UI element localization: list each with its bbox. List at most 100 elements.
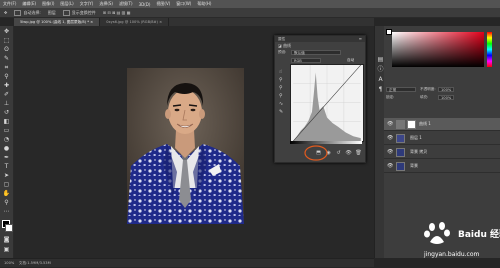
eraser-tool-icon[interactable]: ◧: [2, 118, 11, 126]
document-info: 文档:1.59M/3.53M: [18, 261, 51, 265]
fill-field[interactable]: 100%: [438, 95, 454, 100]
menu-type[interactable]: 文字(Y): [80, 1, 94, 7]
menu-file[interactable]: 文件(F): [3, 1, 16, 7]
layer-name: 曲线 1: [419, 121, 431, 126]
layer-name: 图层 1: [410, 135, 422, 140]
tools-panel: ✥ ⬚ ʘ ✎ ⌗ ⚲ ✚ ✐ ⊥ ↺ ◧ ▭ ◔ ● ✒ T ➤ ▢ ✋ ⚲ …: [0, 26, 14, 258]
layer-row[interactable]: 👁 背景 拷贝: [384, 146, 500, 159]
status-bar: 100% 文档:1.59M/3.53M: [0, 258, 374, 267]
transform-checkbox[interactable]: 显示变换控件: [62, 9, 96, 16]
move-tool-icon[interactable]: ✥: [2, 28, 11, 36]
menu-help[interactable]: 帮助(H): [197, 1, 211, 7]
shape-tool-icon[interactable]: ▢: [2, 181, 11, 189]
menu-image[interactable]: 图像(I): [42, 1, 54, 7]
adjustment-thumbnail: [396, 120, 405, 129]
tab-label: 0xys6.jpg @ 100% (RGB/8#): [106, 20, 158, 24]
screen-mode-icon[interactable]: ▣: [2, 246, 11, 254]
watermark-brand: Baidu 经验: [458, 230, 500, 240]
brush-tool-icon[interactable]: ✐: [2, 91, 11, 99]
menu-view[interactable]: 视图(V): [156, 1, 170, 7]
path-select-tool-icon[interactable]: ➤: [2, 172, 11, 180]
menu-filter[interactable]: 滤镜(T): [119, 1, 133, 7]
menu-window[interactable]: 窗口(W): [176, 1, 191, 7]
opacity-label: 不透明度:: [420, 87, 436, 91]
properties-header: 属性 ≡: [275, 36, 365, 42]
curves-graph[interactable]: [290, 64, 364, 142]
black-point-eyedropper-icon[interactable]: ⚲: [279, 76, 283, 84]
watermark: Baidu 经验 jingyan.baidu.com: [404, 219, 500, 267]
auto-select-label: 自动选择:: [23, 9, 41, 15]
menu-layer[interactable]: 图层(L): [60, 1, 73, 7]
zoom-level[interactable]: 100%: [4, 261, 14, 265]
menu-3d[interactable]: 3D(D): [139, 2, 151, 7]
curves-side-tools: ☝ ⚲ ⚲ ⚲ ∿ ✎: [279, 68, 283, 116]
quick-select-tool-icon[interactable]: ✎: [2, 55, 11, 63]
white-point-eyedropper-icon[interactable]: ⚲: [279, 92, 283, 100]
curves-icon: ◪: [278, 43, 282, 48]
tab-document-2[interactable]: 0xys6.jpg @ 100% (RGB/8#) ×: [100, 18, 170, 26]
auto-select-dropdown[interactable]: 图层: [48, 10, 56, 16]
delete-icon[interactable]: 🗑: [355, 150, 362, 156]
eye-icon[interactable]: 👁: [387, 149, 393, 155]
layer-row[interactable]: 👁 图层 1: [384, 132, 500, 145]
stamp-tool-icon[interactable]: ⊥: [2, 100, 11, 108]
eye-icon[interactable]: 👁: [387, 121, 393, 127]
gradient-tool-icon[interactable]: ▭: [2, 127, 11, 135]
marquee-tool-icon[interactable]: ⬚: [2, 37, 11, 45]
hue-slider[interactable]: [487, 32, 492, 67]
layer-mask-thumbnail[interactable]: [407, 120, 416, 129]
align-icons[interactable]: ⊞ ⊟ ⊠ ▤ ▥ ▦: [103, 10, 131, 15]
background-color-swatch[interactable]: [5, 224, 13, 232]
layer-row[interactable]: 👁 曲线 1: [384, 118, 500, 131]
type-tool-icon[interactable]: T: [2, 163, 11, 171]
color-picker-field[interactable]: [392, 32, 484, 67]
visibility-icon[interactable]: 👁: [345, 150, 352, 156]
eye-icon[interactable]: 👁: [387, 135, 393, 141]
layer-row[interactable]: 👁 背景: [384, 160, 500, 173]
auto-button[interactable]: 自动: [347, 58, 354, 63]
healing-tool-icon[interactable]: ✚: [2, 82, 11, 90]
hand-tool-icon[interactable]: ✋: [2, 190, 11, 198]
blend-mode-dropdown[interactable]: 正常: [386, 87, 416, 92]
layer-thumbnail: [396, 148, 405, 157]
channel-dropdown[interactable]: RGB: [291, 58, 321, 63]
pencil-curve-icon[interactable]: ✎: [279, 108, 283, 116]
pen-tool-icon[interactable]: ✒: [2, 154, 11, 162]
reset-icon[interactable]: ↺: [335, 150, 342, 156]
gray-point-eyedropper-icon[interactable]: ⚲: [279, 84, 283, 92]
layer-thumbnail: [396, 162, 405, 171]
tab-document-1[interactable]: 5lwp.jpg @ 100% (曲线 1, 图层蒙版/8) * ×: [14, 18, 101, 26]
menu-bar: 文件(F) 编辑(E) 图像(I) 图层(L) 文字(Y) 选择(S) 滤镜(T…: [0, 0, 500, 8]
history-brush-tool-icon[interactable]: ↺: [2, 109, 11, 117]
annotation-circle: [304, 145, 328, 161]
auto-select-checkbox[interactable]: 自动选择:: [14, 9, 41, 16]
preset-dropdown[interactable]: 默认值: [291, 50, 341, 55]
preset-label: 预设:: [278, 50, 287, 54]
move-tool-icon[interactable]: ✥: [4, 10, 7, 15]
layer-name: 背景 拷贝: [410, 149, 428, 154]
document-image[interactable]: [127, 68, 244, 224]
layer-thumbnail: [396, 134, 405, 143]
transform-label: 显示变换控件: [71, 9, 96, 15]
menu-edit[interactable]: 编辑(E): [22, 1, 36, 7]
dodge-tool-icon[interactable]: ●: [2, 145, 11, 153]
options-bar: ✥ 自动选择: 图层 显示变换控件 ⊞ ⊟ ⊠ ▤ ▥ ▦: [0, 8, 500, 18]
quick-mask-icon[interactable]: ◙: [2, 236, 11, 244]
lasso-tool-icon[interactable]: ʘ: [2, 46, 11, 54]
watermark-url: jingyan.baidu.com: [424, 251, 480, 258]
opacity-field[interactable]: 100%: [438, 87, 454, 92]
tab-label: 5lwp.jpg @ 100% (曲线 1, 图层蒙版/8) *: [20, 20, 90, 24]
properties-panel: 属性 ≡ ◪ 曲线 预设: 默认值 RGB 自动 ☝ ⚲ ⚲ ⚲ ∿ ✎ ⬒ ◉…: [274, 35, 366, 163]
menu-select[interactable]: 选择(S): [99, 1, 113, 7]
blur-tool-icon[interactable]: ◔: [2, 136, 11, 144]
zoom-tool-icon[interactable]: ⚲: [2, 199, 11, 207]
curves-label: 曲线: [283, 43, 292, 48]
curve-edit-icon[interactable]: ∿: [279, 100, 283, 108]
more-tools-icon[interactable]: ⋯: [2, 208, 11, 216]
crop-tool-icon[interactable]: ⌗: [2, 64, 11, 72]
target-adjust-icon[interactable]: ☝: [279, 68, 283, 76]
eyedropper-tool-icon[interactable]: ⚲: [2, 73, 11, 81]
document-tabs: 5lwp.jpg @ 100% (曲线 1, 图层蒙版/8) * × 0xys6…: [14, 18, 374, 26]
eye-icon[interactable]: 👁: [387, 163, 393, 169]
panel-menu-icon[interactable]: ≡: [359, 36, 362, 42]
